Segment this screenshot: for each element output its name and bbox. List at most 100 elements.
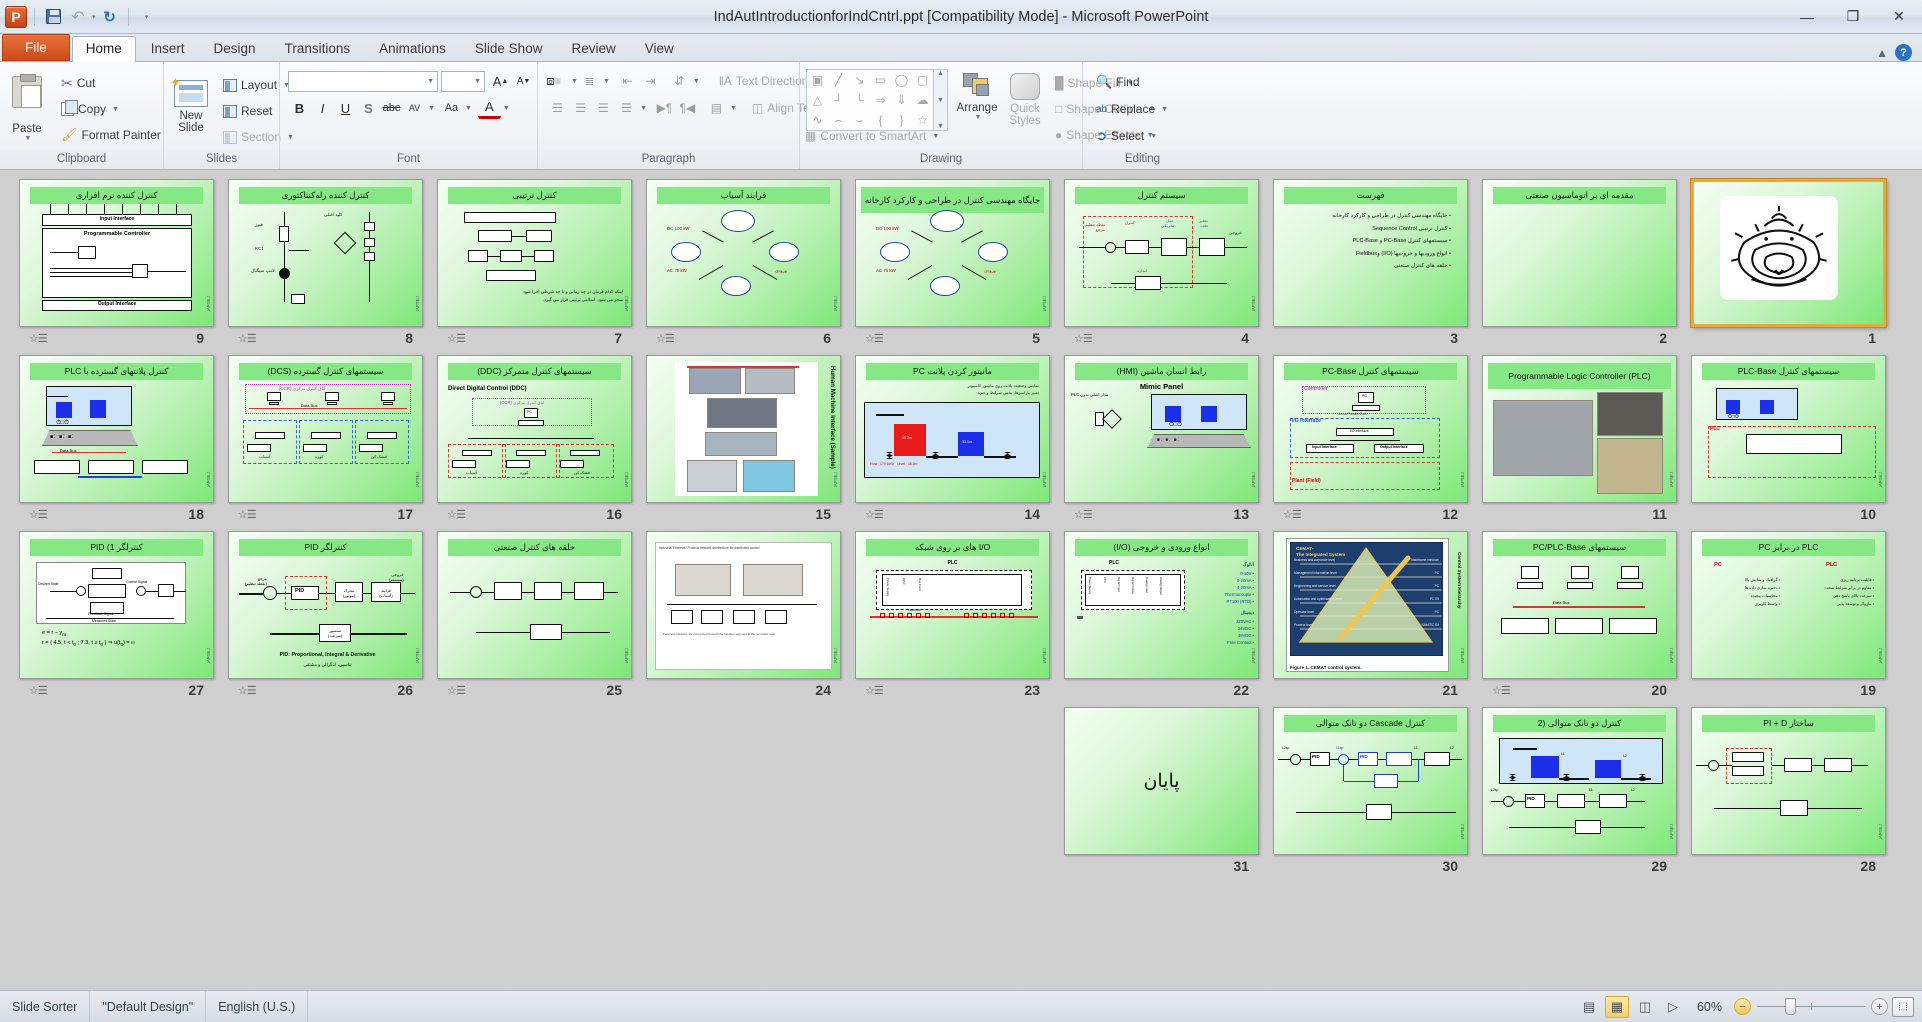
chevron-down-icon[interactable]: ▼ [640,105,647,112]
shape-line-icon[interactable]: ╱ [828,70,849,90]
tab-home[interactable]: Home [71,36,136,62]
zoom-level-label[interactable]: 60% [1689,1000,1730,1014]
slide-thumbnail-20[interactable]: سیستمهای PC/PLC-Base Data Bus IAPSEJ ☆☰ … [1475,531,1684,707]
slide-thumbnail-image[interactable]: ساختار PI + D IAPSEJ [1691,707,1886,855]
slide-thumbnail-16[interactable]: سیستمهای کنترل متمرکز (DDC) Direct Digit… [430,355,639,531]
font-color-button[interactable]: A [477,97,501,119]
new-slide-button[interactable]: ✦ New Slide [168,72,214,136]
character-spacing-button[interactable]: AV [403,97,426,119]
shapes-grid[interactable]: ▣ ╱ ↘ ▭ ◯ ▢ △ ┘ └ ⇒ ⇓ ☁ ∿ ⌢ ⌣ { } ☆ [806,69,934,131]
slide-thumbnail-9[interactable]: کنترل کننده نرم افزاری Input Interface P… [12,179,221,355]
shape-cloud-icon[interactable]: ☁ [912,90,933,110]
chevron-down-icon[interactable]: ▼ [603,78,610,85]
slide-thumbnail-image[interactable]: سیستمهای کنترل گسترده (DCS) اتاق کنترل م… [228,355,423,503]
tab-design[interactable]: Design [200,36,270,61]
slide-thumbnail-3[interactable]: فهرست جایگاه مهندسی کنترل در طراحی و کار… [1266,179,1475,355]
slide-thumbnail-15[interactable]: Human Machine Interface (Sample) IAPSEJ … [639,355,848,531]
select-button[interactable]: ➲ Select ▼ [1091,125,1173,147]
slide-sorter-view-button[interactable]: ▦ [1604,995,1629,1018]
transition-icon[interactable]: ☆☰ [865,508,884,521]
transition-icon[interactable]: ☆☰ [238,332,257,345]
text-shadow-button[interactable]: S [357,97,380,119]
tab-transitions[interactable]: Transitions [271,36,365,61]
fit-to-window-button[interactable]: ⬚ [1892,996,1914,1017]
slide-thumbnail-image[interactable]: PLC در برابر PC PC PLC • قابلیت برنامه ر… [1691,531,1886,679]
slide-thumbnail-27[interactable]: کنترلگر PID (1 Desired State Control Sig… [12,531,221,707]
slide-thumbnail-image[interactable]: مقدمه ای بر اتوماسیون صنعتی [1482,179,1677,327]
slide-thumbnail-28[interactable]: ساختار PI + D IAPSEJ 28 [1684,707,1893,883]
slide-thumbnail-image[interactable]: Industrial Ethernet / Profibus network a… [646,531,841,679]
slide-thumbnail-image[interactable]: مانیتور کردن پلانت PC نمایش وضعیت پلانت … [855,355,1050,503]
slide-thumbnail-image[interactable]: CEMAT- The Integrated System Business and… [1273,531,1468,679]
shape-oval-icon[interactable]: ◯ [891,70,912,90]
slide-thumbnail-image[interactable]: سیستم کنترل کنترل نقطه تنظیم مرجع عمل تحری… [1064,179,1259,327]
shape-curve-icon[interactable]: ⌢ [828,110,849,130]
chevron-down-icon[interactable]: ▼ [571,78,578,85]
bullets-icon[interactable]: ≡ [546,70,569,92]
decrease-indent-icon[interactable]: ⇤ [616,70,639,92]
arrange-button[interactable]: Arrange ▼ [954,71,1000,123]
slide-thumbnail-8[interactable]: کنترل کننده رله‌کنتاکتوری فیوز KC1 لامپ … [221,179,430,355]
transition-icon[interactable]: ☆☰ [1074,332,1093,345]
slide-thumbnail-image[interactable]: کنترلگر PID PID مرجع (نقطه تنظیم) خروجی (س… [228,531,423,679]
slide-thumbnail-5[interactable]: جایگاه مهندسی کنترل در طراحی و کارکرد کا… [848,179,1057,355]
shape-right-arrow-icon[interactable]: ⇒ [870,90,891,110]
normal-view-button[interactable]: ▤ [1577,996,1601,1018]
paste-button[interactable]: Paste ▼ [4,74,50,144]
shape-right-brace-icon[interactable]: } [891,110,912,130]
shape-elbow-arrow-icon[interactable]: └ [849,90,870,110]
slide-thumbnail-image[interactable]: سیستمهای PC/PLC-Base Data Bus IAPSEJ [1482,531,1677,679]
zoom-slider[interactable]: − + [1734,998,1888,1015]
copy-button[interactable]: Copy ▼ [56,98,166,120]
transition-icon[interactable]: ☆☰ [238,684,257,697]
columns-icon[interactable]: ▤ [705,97,728,119]
transition-icon[interactable]: ☆☰ [447,508,466,521]
underline-button[interactable]: U [334,97,357,119]
slide-thumbnail-image[interactable]: رابط انسان ماشین (HMI) Mimic Panel ⏱□⏱ ■… [1064,355,1259,503]
grow-font-button[interactable]: A ▲ [489,70,512,92]
status-theme-name[interactable]: "Default Design" [90,991,207,1022]
format-painter-button[interactable]: 🖌 Format Painter [56,124,166,146]
transition-icon[interactable]: ☆☰ [1492,684,1511,697]
font-name-input[interactable]: ▼ [288,70,438,92]
slide-thumbnail-13[interactable]: رابط انسان ماشین (HMI) Mimic Panel ⏱□⏱ ■… [1057,355,1266,531]
transition-icon[interactable]: ☆☰ [1074,508,1093,521]
transition-icon[interactable]: ☆☰ [29,508,48,521]
slide-thumbnail-23[interactable]: I/O های بر روی شبکه PLC Power Supply CPU… [848,531,1057,707]
slide-thumbnail-19[interactable]: PLC در برابر PC PC PLC • قابلیت برنامه ر… [1684,531,1893,707]
help-icon[interactable]: ? [1895,44,1912,61]
slide-thumbnail-image[interactable]: فهرست جایگاه مهندسی کنترل در طراحی و کار… [1273,179,1468,327]
zoom-in-button[interactable]: + [1871,998,1888,1015]
slide-thumbnail-17[interactable]: سیستمهای کنترل گسترده (DCS) اتاق کنترل م… [221,355,430,531]
slide-thumbnail-30[interactable]: کنترل Cascade دو تانک متوالی PID PID L2s… [1266,707,1475,883]
slide-thumbnail-image[interactable]: جایگاه مهندسی کنترل در طراحی و کارکرد کا… [855,179,1050,327]
tab-insert[interactable]: Insert [137,36,199,61]
slide-thumbnail-image[interactable]: کنترلگر PID (1 Desired State Control Sig… [19,531,214,679]
shapes-gallery[interactable]: ▣ ╱ ↘ ▭ ◯ ▢ △ ┘ └ ⇒ ⇓ ☁ ∿ ⌢ ⌣ { } ☆ ▲ ▼ … [806,69,948,131]
slide-thumbnail-25[interactable]: حلقه های کنترل صنعتی IAPSEJ ☆☰ 25 [430,531,639,707]
slide-show-button[interactable]: ▷ [1661,996,1685,1018]
slide-thumbnail-4[interactable]: سیستم کنترل کنترل نقطه تنظیم مرجع عمل تحری… [1057,179,1266,355]
reading-view-button[interactable]: ◫ [1633,996,1657,1018]
transition-icon[interactable]: ☆☰ [447,684,466,697]
close-button[interactable]: ✕ [1876,0,1922,33]
transition-icon[interactable]: ☆☰ [29,332,48,345]
shape-rounded-rect-icon[interactable]: ▢ [912,70,933,90]
align-center-icon[interactable]: ☰ [569,97,592,119]
slide-thumbnail-21[interactable]: CEMAT- The Integrated System Business and… [1266,531,1475,707]
shapes-scrollbar[interactable]: ▲ ▼ ▼ [934,69,948,131]
shape-freeform-icon[interactable]: ∿ [807,110,828,130]
transition-icon[interactable]: ☆☰ [656,332,675,345]
bold-button[interactable]: B [288,97,311,119]
numbering-icon[interactable]: ≣ [578,70,601,92]
slide-thumbnail-14[interactable]: مانیتور کردن پلانت PC نمایش وضعیت پلانت … [848,355,1057,531]
shape-down-arrow-icon[interactable]: ⇓ [891,90,912,110]
transition-icon[interactable]: ☆☰ [1283,508,1302,521]
slide-thumbnail-31[interactable]: پایان 31 [1057,707,1266,883]
slide-thumbnail-11[interactable]: Programmable Logic Controller (PLC) IAPS… [1475,355,1684,531]
strikethrough-button[interactable]: abc [380,97,403,119]
chevron-down-icon[interactable]: ▼ [730,105,737,112]
slide-thumbnail-image[interactable]: انواع ورودی و خروجی (I/O) PLC Power Supp… [1064,531,1259,679]
slide-thumbnail-12[interactable]: سیستمهای کنترل PC-Base Controller PC Ser… [1266,355,1475,531]
zoom-out-button[interactable]: − [1734,998,1751,1015]
